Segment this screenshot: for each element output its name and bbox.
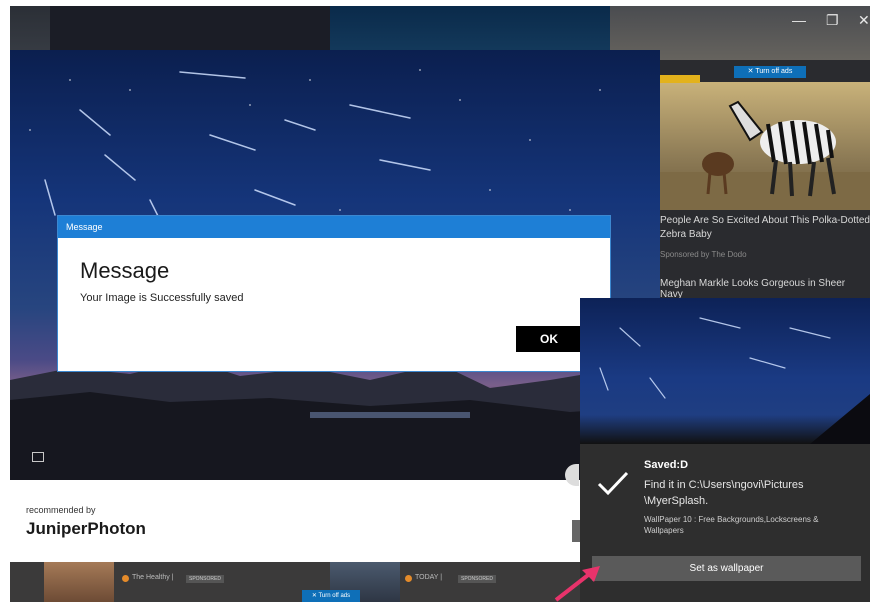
ad-story-title-2[interactable]: Meghan Markle Looks Gorgeous in Sheer Na… [660, 278, 870, 300]
checkmark-icon [597, 471, 629, 496]
source-icon [122, 575, 129, 582]
sponsored-chip-1: SPONSORED [186, 575, 224, 583]
toast-preview-illustration [599, 317, 870, 444]
ad-zebra-image[interactable] [658, 82, 870, 210]
restore-button[interactable]: ❐ [826, 12, 839, 29]
zebra-illustration [658, 100, 870, 210]
toast-app-name: WallPaper 10 : Free Backgrounds,Lockscre… [644, 515, 819, 535]
ok-button[interactable]: OK [516, 326, 582, 352]
ad-story-title[interactable]: People Are So Excited About This Polka-D… [660, 214, 870, 242]
recommendation-brand[interactable]: JuniperPhoton [26, 519, 146, 539]
toast-saved-label: Saved:D [644, 459, 689, 471]
turn-off-ads-button[interactable]: ✕ Turn off ads [734, 66, 806, 78]
dialog-title-bar[interactable] [58, 216, 610, 238]
recommended-by-label: recommended by [26, 505, 96, 515]
dialog-message: Your Image is Successfully saved [80, 292, 244, 304]
ad-tag [660, 75, 700, 83]
source-icon [405, 575, 412, 582]
background-image-top [330, 6, 610, 54]
turn-off-ads-button-bottom[interactable]: ✕ Turn off ads [302, 590, 360, 602]
sponsored-chip-2: SPONSORED [458, 575, 496, 583]
set-as-wallpaper-button[interactable]: Set as wallpaper [592, 556, 861, 581]
dialog-heading: Message [80, 258, 170, 283]
ad-source-1: The Healthy | [132, 574, 174, 581]
ad-thumbnail-1[interactable] [44, 562, 114, 602]
minimize-button[interactable]: — [792, 12, 806, 28]
toast-save-path: Find it in C:\Users\ngovi\Pictures \Myer… [644, 479, 804, 507]
image-info-icon[interactable] [32, 452, 44, 462]
annotation-arrow-icon [554, 566, 600, 602]
toast-preview-image [580, 298, 870, 444]
close-button[interactable]: ✕ [858, 12, 870, 29]
ad-source-2: TODAY | [415, 574, 443, 581]
dialog-title-bar-text: Message [66, 222, 103, 232]
ad-story-sponsor: Sponsored by The Dodo [660, 250, 747, 259]
